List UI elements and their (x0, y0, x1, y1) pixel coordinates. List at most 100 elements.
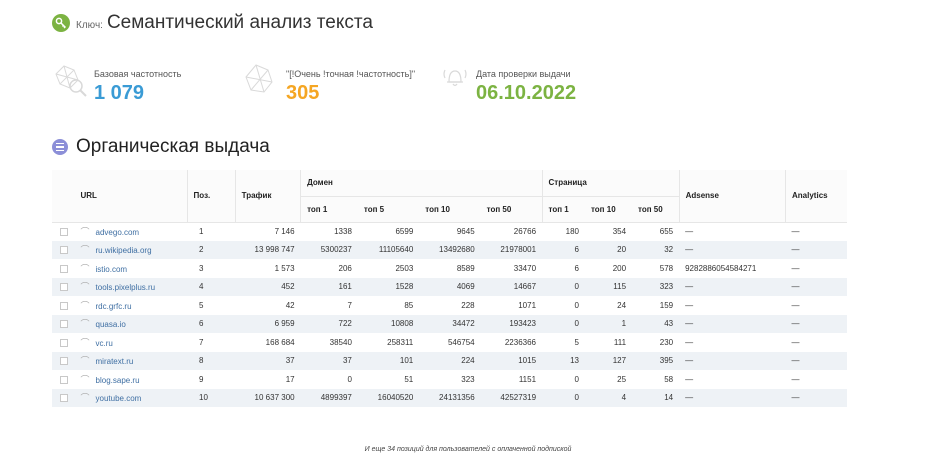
cell-page-top50[interactable]: 230 (632, 333, 679, 352)
column-header-position[interactable]: Поз. (187, 170, 236, 223)
url-link[interactable]: advego.com (96, 228, 140, 237)
row-checkbox[interactable] (60, 227, 68, 236)
search-network-icon (52, 62, 88, 103)
stat-value: 06.10.2022 (476, 82, 577, 104)
cell-url: ⌒ tools.pixelplus.ru (75, 278, 188, 297)
cell-domain-top50[interactable]: 193423 (481, 315, 542, 334)
url-link[interactable]: vc.ru (96, 339, 113, 348)
column-header-page-top1[interactable]: топ 1 (542, 196, 585, 223)
column-header-url[interactable]: URL (74, 170, 188, 223)
cell-position: 1 (199, 227, 204, 236)
cell-analytics: — (791, 374, 800, 384)
cell-page-top50[interactable]: 14 (632, 389, 679, 408)
cell-page-top1: 0 (574, 393, 579, 403)
row-checkbox-cell (52, 389, 75, 408)
url-link[interactable]: istio.com (96, 265, 128, 274)
url-link[interactable]: tools.pixelplus.ru (96, 283, 156, 292)
paperclip-icon: ⌒ (80, 374, 90, 385)
column-header-page-top10[interactable]: топ 10 (584, 196, 633, 223)
cell-domain-top50[interactable]: 33470 (481, 259, 542, 278)
cell-page-top50[interactable]: 32 (632, 241, 679, 260)
cell-analytics: — (791, 300, 800, 310)
bell-icon (440, 62, 470, 97)
cell-page-top1: 13 (570, 356, 579, 366)
paperclip-icon: ⌒ (80, 393, 90, 404)
row-checkbox[interactable] (60, 375, 68, 384)
cell-domain-top50[interactable]: 1071 (481, 296, 542, 315)
cell-domain-top50[interactable]: 21978001 (481, 241, 542, 260)
cell-url: ⌒ blog.sape.ru (75, 370, 188, 389)
cell-domain-top10: 546754 (447, 337, 475, 347)
cell-domain-top50[interactable]: 1015 (481, 352, 542, 371)
column-header-analytics[interactable]: Analytics (785, 170, 847, 223)
cell-url: ⌒ quasa.io (75, 315, 188, 334)
cell-domain-top50[interactable]: 14667 (481, 278, 542, 297)
table-row: ⌒ istio.com 3 1 573 206 2503 8589 33470 6 200 578 9… (52, 259, 847, 278)
row-checkbox[interactable] (60, 264, 68, 273)
cell-adsense: — (685, 393, 694, 403)
cell-page-top1: 5 (574, 337, 579, 347)
column-header-page: Страница (542, 170, 680, 197)
cell-adsense: — (685, 356, 694, 366)
cell-page-top50[interactable]: 58 (632, 370, 679, 389)
column-header-domain-top5[interactable]: топ 5 (357, 196, 420, 223)
cell-position: 4 (199, 282, 204, 292)
url-link[interactable]: quasa.io (96, 320, 126, 329)
row-checkbox[interactable] (60, 394, 68, 403)
row-checkbox[interactable] (60, 338, 68, 347)
cell-domain-top1: 161 (338, 282, 352, 292)
column-header-domain-top50[interactable]: топ 50 (480, 196, 543, 223)
row-checkbox[interactable] (60, 301, 68, 310)
column-header-domain-top10[interactable]: топ 10 (419, 196, 481, 223)
cell-domain-top10: 9645 (456, 227, 475, 236)
cell-domain-top5: 51 (404, 374, 414, 384)
cell-page-top50[interactable]: 578 (632, 259, 679, 278)
url-link[interactable]: youtube.com (96, 394, 142, 403)
cell-domain-top50[interactable]: 26766 (481, 222, 542, 241)
table-row: ⌒ vc.ru 7 168 684 38540 258311 546754 2236366 5 1… (52, 333, 847, 352)
cell-page-top50[interactable]: 323 (632, 278, 679, 297)
cell-page-top50[interactable]: 655 (632, 222, 679, 241)
cell-page-top50[interactable]: 395 (632, 352, 679, 371)
row-checkbox[interactable] (60, 357, 68, 366)
column-header-domain-top1[interactable]: топ 1 (300, 196, 358, 223)
cell-domain-top50[interactable]: 2236366 (481, 333, 542, 352)
cell-page-top50[interactable]: 159 (632, 296, 679, 315)
url-link[interactable]: miratext.ru (96, 357, 134, 366)
cell-position: 6 (199, 319, 204, 329)
url-link[interactable]: rdc.grfc.ru (96, 302, 132, 311)
cell-domain-top50[interactable]: 42527319 (481, 389, 542, 408)
cell-page-top1: 6 (574, 263, 579, 273)
paperclip-icon: ⌒ (80, 356, 90, 367)
cell-analytics: — (791, 263, 800, 273)
cell-domain-top10: 228 (461, 300, 475, 310)
row-checkbox[interactable] (60, 283, 68, 292)
cell-domain-top5: 85 (404, 300, 414, 310)
cell-domain-top1: 0 (347, 374, 352, 384)
cell-domain-top5: 16040520 (377, 393, 414, 403)
column-header-page-top50[interactable]: топ 50 (632, 196, 680, 223)
cell-page-top10: 20 (617, 245, 627, 255)
url-link[interactable]: blog.sape.ru (96, 376, 140, 385)
cell-adsense: — (685, 227, 694, 236)
cell-page-top10: 25 (617, 374, 627, 384)
cell-domain-top10: 8589 (456, 263, 475, 273)
cell-domain-top5: 2503 (395, 263, 414, 273)
column-header-adsense[interactable]: Adsense (679, 170, 787, 223)
cell-page-top50[interactable]: 43 (632, 315, 679, 334)
cell-domain-top1: 206 (338, 263, 352, 273)
paperclip-icon: ⌒ (80, 300, 90, 311)
table-row: ⌒ youtube.com 10 10 637 300 4899397 16040520 2… (52, 388, 847, 408)
column-header-traffic[interactable]: Трафик (235, 170, 302, 223)
row-checkbox[interactable] (60, 320, 68, 329)
cell-domain-top50[interactable]: 1151 (481, 370, 542, 389)
url-link[interactable]: ru.wikipedia.org (96, 246, 152, 255)
row-checkbox-cell (52, 241, 75, 260)
cell-domain-top5: 101 (399, 356, 414, 366)
section-header: Органическая выдача (52, 136, 270, 158)
cell-domain-top10: 13492680 (439, 245, 475, 255)
cell-page-top10: 24 (617, 300, 627, 310)
row-checkbox[interactable] (60, 246, 68, 255)
footer-note: И еще 34 позиций для пользователей с опл… (364, 446, 572, 453)
table-row: ⌒ rdc.grfc.ru 5 42 7 85 228 1071 0 24 159 — — (52, 296, 847, 315)
